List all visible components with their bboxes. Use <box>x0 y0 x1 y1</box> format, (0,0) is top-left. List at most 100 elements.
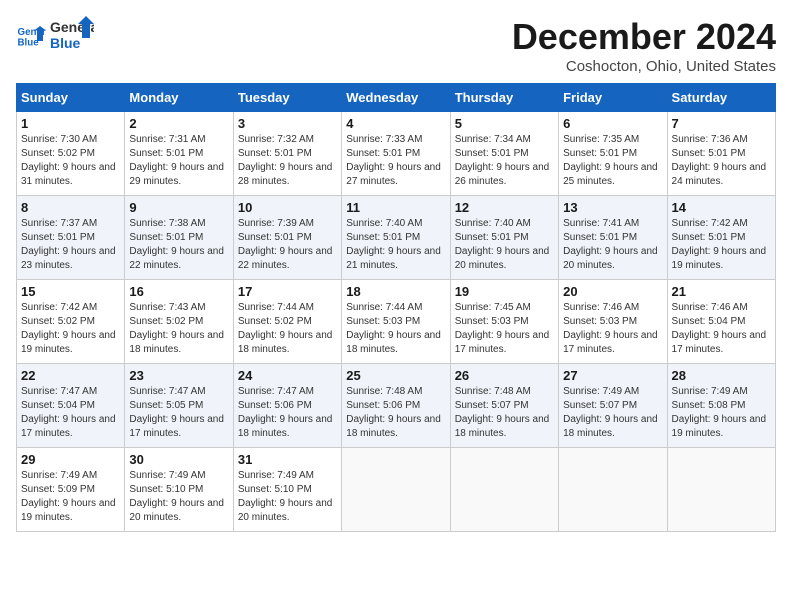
logo-icon: General Blue <box>16 20 46 50</box>
calendar-cell: 27 Sunrise: 7:49 AM Sunset: 5:07 PM Dayl… <box>559 364 667 448</box>
day-info: Sunrise: 7:47 AM Sunset: 5:05 PM Dayligh… <box>129 385 228 441</box>
day-number: 20 <box>563 284 662 299</box>
day-info: Sunrise: 7:41 AM Sunset: 5:01 PM Dayligh… <box>563 217 662 273</box>
day-number: 1 <box>21 116 120 131</box>
calendar-day-header: Monday <box>125 84 233 112</box>
day-info: Sunrise: 7:42 AM Sunset: 5:02 PM Dayligh… <box>21 301 120 357</box>
day-number: 3 <box>238 116 337 131</box>
calendar-cell: 21 Sunrise: 7:46 AM Sunset: 5:04 PM Dayl… <box>667 280 775 364</box>
calendar-day-header: Wednesday <box>342 84 450 112</box>
calendar-cell <box>342 448 450 532</box>
calendar-cell: 20 Sunrise: 7:46 AM Sunset: 5:03 PM Dayl… <box>559 280 667 364</box>
calendar-cell: 19 Sunrise: 7:45 AM Sunset: 5:03 PM Dayl… <box>450 280 558 364</box>
day-info: Sunrise: 7:37 AM Sunset: 5:01 PM Dayligh… <box>21 217 120 273</box>
day-info: Sunrise: 7:48 AM Sunset: 5:07 PM Dayligh… <box>455 385 554 441</box>
calendar-cell: 23 Sunrise: 7:47 AM Sunset: 5:05 PM Dayl… <box>125 364 233 448</box>
day-info: Sunrise: 7:30 AM Sunset: 5:02 PM Dayligh… <box>21 133 120 189</box>
day-number: 13 <box>563 200 662 215</box>
day-number: 12 <box>455 200 554 215</box>
svg-text:Blue: Blue <box>50 35 81 51</box>
title-area: December 2024 Coshocton, Ohio, United St… <box>512 16 776 75</box>
calendar-cell: 18 Sunrise: 7:44 AM Sunset: 5:03 PM Dayl… <box>342 280 450 364</box>
day-info: Sunrise: 7:32 AM Sunset: 5:01 PM Dayligh… <box>238 133 337 189</box>
day-number: 18 <box>346 284 445 299</box>
logo: General Blue General Blue <box>16 16 94 54</box>
calendar-week-row: 15 Sunrise: 7:42 AM Sunset: 5:02 PM Dayl… <box>17 280 776 364</box>
day-info: Sunrise: 7:46 AM Sunset: 5:04 PM Dayligh… <box>672 301 771 357</box>
calendar-day-header: Friday <box>559 84 667 112</box>
day-info: Sunrise: 7:44 AM Sunset: 5:03 PM Dayligh… <box>346 301 445 357</box>
day-number: 26 <box>455 368 554 383</box>
calendar-cell <box>450 448 558 532</box>
calendar-cell: 11 Sunrise: 7:40 AM Sunset: 5:01 PM Dayl… <box>342 196 450 280</box>
calendar-cell: 1 Sunrise: 7:30 AM Sunset: 5:02 PM Dayli… <box>17 112 125 196</box>
day-info: Sunrise: 7:35 AM Sunset: 5:01 PM Dayligh… <box>563 133 662 189</box>
calendar-cell: 28 Sunrise: 7:49 AM Sunset: 5:08 PM Dayl… <box>667 364 775 448</box>
day-info: Sunrise: 7:49 AM Sunset: 5:10 PM Dayligh… <box>129 469 228 525</box>
day-number: 15 <box>21 284 120 299</box>
calendar-header-row: SundayMondayTuesdayWednesdayThursdayFrid… <box>17 84 776 112</box>
calendar-cell: 10 Sunrise: 7:39 AM Sunset: 5:01 PM Dayl… <box>233 196 341 280</box>
calendar-cell: 14 Sunrise: 7:42 AM Sunset: 5:01 PM Dayl… <box>667 196 775 280</box>
calendar-cell: 29 Sunrise: 7:49 AM Sunset: 5:09 PM Dayl… <box>17 448 125 532</box>
calendar-cell: 31 Sunrise: 7:49 AM Sunset: 5:10 PM Dayl… <box>233 448 341 532</box>
day-number: 30 <box>129 452 228 467</box>
day-number: 14 <box>672 200 771 215</box>
day-number: 7 <box>672 116 771 131</box>
calendar-week-row: 1 Sunrise: 7:30 AM Sunset: 5:02 PM Dayli… <box>17 112 776 196</box>
day-info: Sunrise: 7:31 AM Sunset: 5:01 PM Dayligh… <box>129 133 228 189</box>
calendar-table: SundayMondayTuesdayWednesdayThursdayFrid… <box>16 83 776 532</box>
calendar-cell: 4 Sunrise: 7:33 AM Sunset: 5:01 PM Dayli… <box>342 112 450 196</box>
day-info: Sunrise: 7:45 AM Sunset: 5:03 PM Dayligh… <box>455 301 554 357</box>
calendar-day-header: Sunday <box>17 84 125 112</box>
general-blue-logo-graphic: General Blue <box>50 16 94 54</box>
calendar-cell: 3 Sunrise: 7:32 AM Sunset: 5:01 PM Dayli… <box>233 112 341 196</box>
calendar-week-row: 29 Sunrise: 7:49 AM Sunset: 5:09 PM Dayl… <box>17 448 776 532</box>
day-info: Sunrise: 7:43 AM Sunset: 5:02 PM Dayligh… <box>129 301 228 357</box>
calendar-cell: 8 Sunrise: 7:37 AM Sunset: 5:01 PM Dayli… <box>17 196 125 280</box>
calendar-cell: 22 Sunrise: 7:47 AM Sunset: 5:04 PM Dayl… <box>17 364 125 448</box>
calendar-cell: 9 Sunrise: 7:38 AM Sunset: 5:01 PM Dayli… <box>125 196 233 280</box>
calendar-cell: 5 Sunrise: 7:34 AM Sunset: 5:01 PM Dayli… <box>450 112 558 196</box>
day-info: Sunrise: 7:42 AM Sunset: 5:01 PM Dayligh… <box>672 217 771 273</box>
day-number: 23 <box>129 368 228 383</box>
calendar-cell: 24 Sunrise: 7:47 AM Sunset: 5:06 PM Dayl… <box>233 364 341 448</box>
calendar-cell: 13 Sunrise: 7:41 AM Sunset: 5:01 PM Dayl… <box>559 196 667 280</box>
calendar-day-header: Tuesday <box>233 84 341 112</box>
calendar-cell: 17 Sunrise: 7:44 AM Sunset: 5:02 PM Dayl… <box>233 280 341 364</box>
day-number: 9 <box>129 200 228 215</box>
page-header: General Blue General Blue December 2024 … <box>16 16 776 75</box>
day-number: 6 <box>563 116 662 131</box>
calendar-cell: 16 Sunrise: 7:43 AM Sunset: 5:02 PM Dayl… <box>125 280 233 364</box>
day-info: Sunrise: 7:44 AM Sunset: 5:02 PM Dayligh… <box>238 301 337 357</box>
calendar-cell: 30 Sunrise: 7:49 AM Sunset: 5:10 PM Dayl… <box>125 448 233 532</box>
day-info: Sunrise: 7:38 AM Sunset: 5:01 PM Dayligh… <box>129 217 228 273</box>
day-info: Sunrise: 7:40 AM Sunset: 5:01 PM Dayligh… <box>455 217 554 273</box>
day-number: 21 <box>672 284 771 299</box>
calendar-cell: 15 Sunrise: 7:42 AM Sunset: 5:02 PM Dayl… <box>17 280 125 364</box>
day-number: 22 <box>21 368 120 383</box>
day-info: Sunrise: 7:49 AM Sunset: 5:10 PM Dayligh… <box>238 469 337 525</box>
location-text: Coshocton, Ohio, United States <box>512 58 776 75</box>
svg-text:Blue: Blue <box>18 38 40 49</box>
day-info: Sunrise: 7:48 AM Sunset: 5:06 PM Dayligh… <box>346 385 445 441</box>
day-info: Sunrise: 7:40 AM Sunset: 5:01 PM Dayligh… <box>346 217 445 273</box>
calendar-cell: 25 Sunrise: 7:48 AM Sunset: 5:06 PM Dayl… <box>342 364 450 448</box>
day-number: 10 <box>238 200 337 215</box>
day-info: Sunrise: 7:49 AM Sunset: 5:09 PM Dayligh… <box>21 469 120 525</box>
calendar-cell <box>667 448 775 532</box>
calendar-cell: 7 Sunrise: 7:36 AM Sunset: 5:01 PM Dayli… <box>667 112 775 196</box>
calendar-cell <box>559 448 667 532</box>
day-info: Sunrise: 7:49 AM Sunset: 5:07 PM Dayligh… <box>563 385 662 441</box>
day-info: Sunrise: 7:39 AM Sunset: 5:01 PM Dayligh… <box>238 217 337 273</box>
day-number: 31 <box>238 452 337 467</box>
day-number: 28 <box>672 368 771 383</box>
day-number: 19 <box>455 284 554 299</box>
day-number: 11 <box>346 200 445 215</box>
day-info: Sunrise: 7:47 AM Sunset: 5:06 PM Dayligh… <box>238 385 337 441</box>
calendar-day-header: Thursday <box>450 84 558 112</box>
day-number: 25 <box>346 368 445 383</box>
calendar-day-header: Saturday <box>667 84 775 112</box>
day-number: 24 <box>238 368 337 383</box>
calendar-cell: 26 Sunrise: 7:48 AM Sunset: 5:07 PM Dayl… <box>450 364 558 448</box>
